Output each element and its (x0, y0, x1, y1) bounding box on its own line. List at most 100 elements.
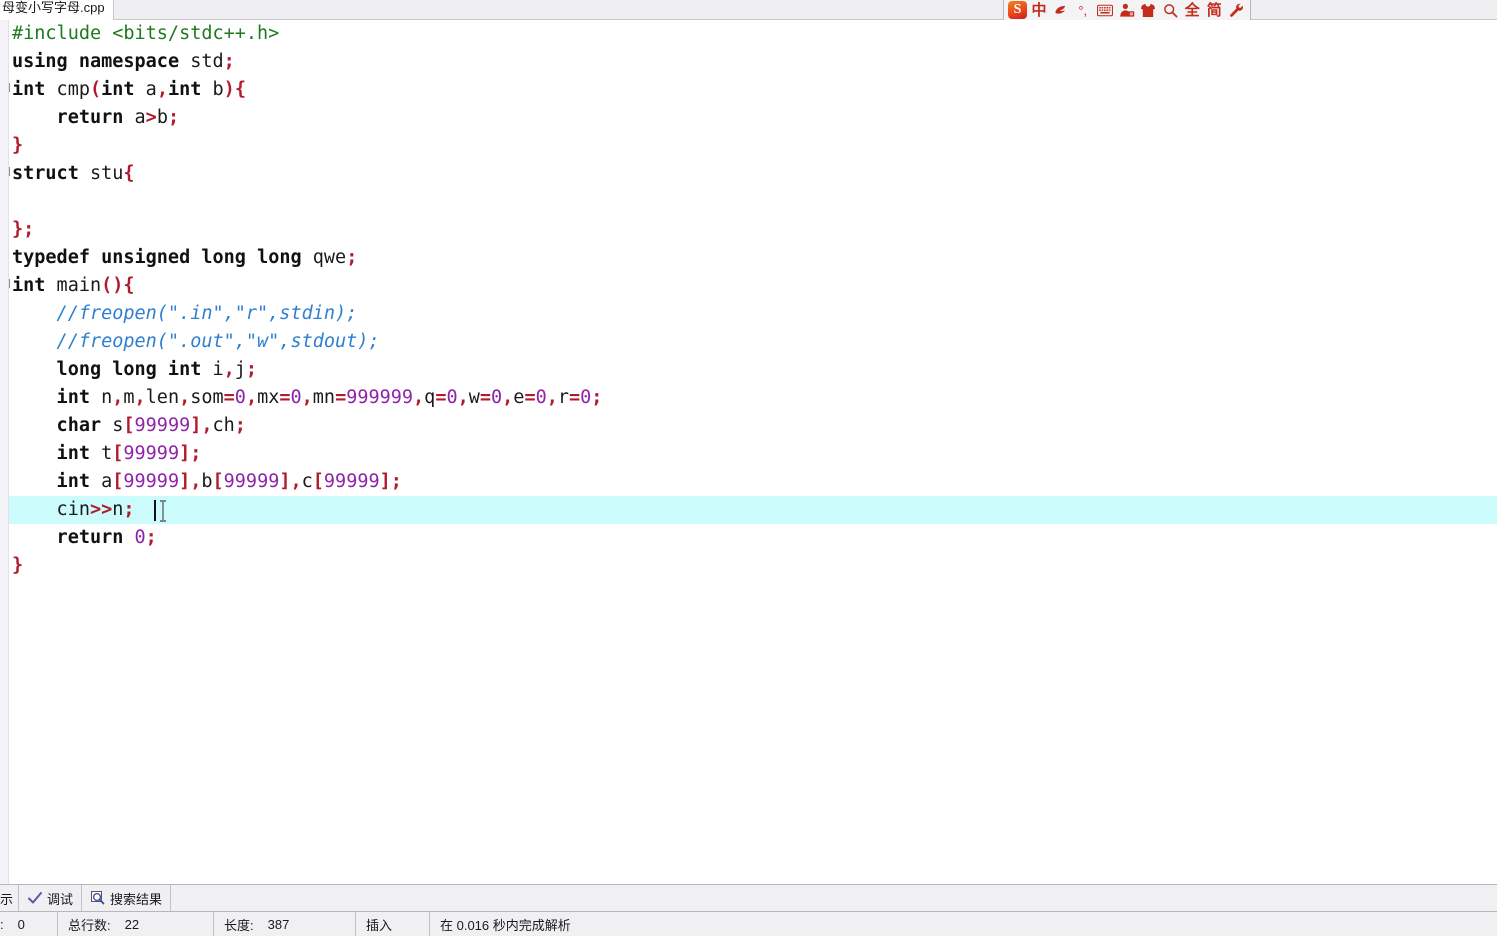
file-tab-active[interactable]: 母变小写字母.cpp (0, 0, 114, 20)
tab-debug[interactable]: 调试 (19, 885, 83, 911)
code-line[interactable]: } (0, 132, 1497, 160)
code-token: , (301, 387, 313, 408)
code-line[interactable]: int t[99999]; (0, 440, 1497, 468)
code-line[interactable]: long long int i,j; (0, 356, 1497, 384)
code-token: > (145, 107, 157, 128)
code-token: ] (190, 415, 202, 436)
code-line[interactable]: } (0, 552, 1497, 580)
crescent-moon-icon[interactable] (1051, 1, 1071, 20)
code-line[interactable] (0, 188, 1497, 216)
code-line[interactable]: int main(){ (0, 272, 1497, 300)
code-token: ] (179, 443, 191, 464)
code-token: { (234, 79, 246, 100)
code-token: som (190, 387, 224, 408)
code-token: int (12, 471, 90, 492)
code-token: 0 (491, 387, 503, 408)
code-editor[interactable]: #include <bits/stdc++.h> using namespace … (0, 20, 1497, 884)
code-token: () (101, 275, 124, 296)
soft-keyboard-icon[interactable] (1095, 1, 1115, 20)
code-token: std (179, 51, 224, 72)
code-token: return (12, 527, 124, 548)
code-line[interactable]: return 0; (0, 524, 1497, 552)
punctuation-mode-icon[interactable]: °, (1073, 1, 1093, 20)
code-token: ; (390, 471, 402, 492)
code-token: t (89, 443, 113, 464)
code-token: , (190, 471, 202, 492)
code-token: len (145, 387, 180, 408)
sogou-ime-toolbar[interactable]: S 中 °, 全 简 (1003, 0, 1251, 21)
code-line[interactable]: //freopen(".in","r",stdin); (0, 300, 1497, 328)
punctuation-mode-glyph: °, (1078, 2, 1088, 18)
code-line[interactable]: struct stu{ (0, 160, 1497, 188)
editor-tab-strip: 母变小写字母.cpp (0, 0, 1497, 20)
code-token: b (156, 107, 168, 128)
code-line[interactable]: int n,m,len,som=0,mx=0,mn=999999,q=0,w=0… (0, 384, 1497, 412)
simplified-mode-icon[interactable]: 简 (1204, 1, 1224, 20)
code-token: , (179, 387, 191, 408)
status-insert-mode-value: 插入 (366, 917, 393, 933)
code-token: , (290, 471, 302, 492)
code-line[interactable]: //freopen(".out","w",stdout); (0, 328, 1497, 356)
code-token: 99999 (323, 471, 380, 492)
sogou-logo-icon[interactable]: S (1008, 1, 1027, 19)
chinese-mode-icon[interactable]: 中 (1029, 1, 1049, 20)
code-token: 0 (290, 387, 302, 408)
status-total-lines-value: 22 (124, 916, 140, 932)
code-token: stu (78, 163, 124, 184)
code-token: 999999 (346, 387, 414, 408)
code-token: long long int (12, 359, 202, 380)
status-column-value: 0 (17, 916, 25, 932)
code-token: { (123, 163, 135, 184)
tab-compiler-output[interactable]: 示 (0, 885, 19, 911)
code-token: int (12, 275, 46, 296)
code-token: ch (212, 415, 235, 436)
code-line[interactable]: int cmp(int a,int b){ (0, 76, 1497, 104)
code-line[interactable]: int a[99999],b[99999],c[99999]; (0, 468, 1497, 496)
code-line[interactable]: }; (0, 216, 1497, 244)
code-line[interactable]: cin>>n; (0, 496, 1497, 524)
skin-theme-icon[interactable] (1139, 1, 1159, 20)
code-token: a (123, 107, 146, 128)
user-account-icon[interactable] (1117, 1, 1137, 20)
status-column-label: : (0, 916, 4, 932)
code-token: = (569, 387, 581, 408)
code-text-area[interactable]: #include <bits/stdc++.h> using namespace … (0, 20, 1497, 580)
code-token: = (223, 387, 235, 408)
tab-debug-label: 调试 (47, 891, 74, 907)
settings-wrench-icon[interactable] (1226, 1, 1246, 20)
code-token: r (557, 387, 569, 408)
code-token: #include <bits/stdc++.h> (12, 23, 280, 44)
code-token: main (45, 275, 102, 296)
code-token: i (201, 359, 224, 380)
search-icon[interactable] (1160, 1, 1180, 20)
code-token: cmp (45, 79, 90, 100)
tab-search-results[interactable]: 搜索结果 (82, 885, 172, 911)
fullwidth-mode-icon[interactable]: 全 (1182, 1, 1202, 20)
code-line[interactable]: #include <bits/stdc++.h> (0, 20, 1497, 48)
code-token: = (479, 387, 492, 408)
code-token: int (12, 387, 90, 408)
code-token: ; (190, 443, 202, 464)
code-token: , (223, 359, 235, 380)
code-line[interactable]: using namespace std; (0, 48, 1497, 76)
code-token: cin (12, 499, 90, 520)
code-token: ] (279, 471, 291, 492)
code-token: ; (234, 415, 246, 436)
code-token: ( (89, 79, 102, 100)
code-token: 99999 (223, 471, 280, 492)
code-line[interactable]: typedef unsigned long long qwe; (0, 244, 1497, 272)
code-token: char (12, 415, 102, 436)
code-token: 0 (446, 387, 458, 408)
code-line[interactable]: char s[99999],ch; (0, 412, 1497, 440)
simplified-mode-glyph: 简 (1206, 1, 1222, 19)
chinese-mode-glyph: 中 (1031, 1, 1047, 19)
editor-gutter[interactable] (0, 20, 9, 884)
code-line[interactable]: return a>b; (0, 104, 1497, 132)
code-token: mn (312, 387, 336, 408)
code-token: = (524, 387, 536, 408)
code-token: , (413, 387, 425, 408)
code-token: 99999 (134, 415, 191, 436)
code-token: ) (223, 79, 235, 100)
code-token: >> (89, 499, 113, 520)
